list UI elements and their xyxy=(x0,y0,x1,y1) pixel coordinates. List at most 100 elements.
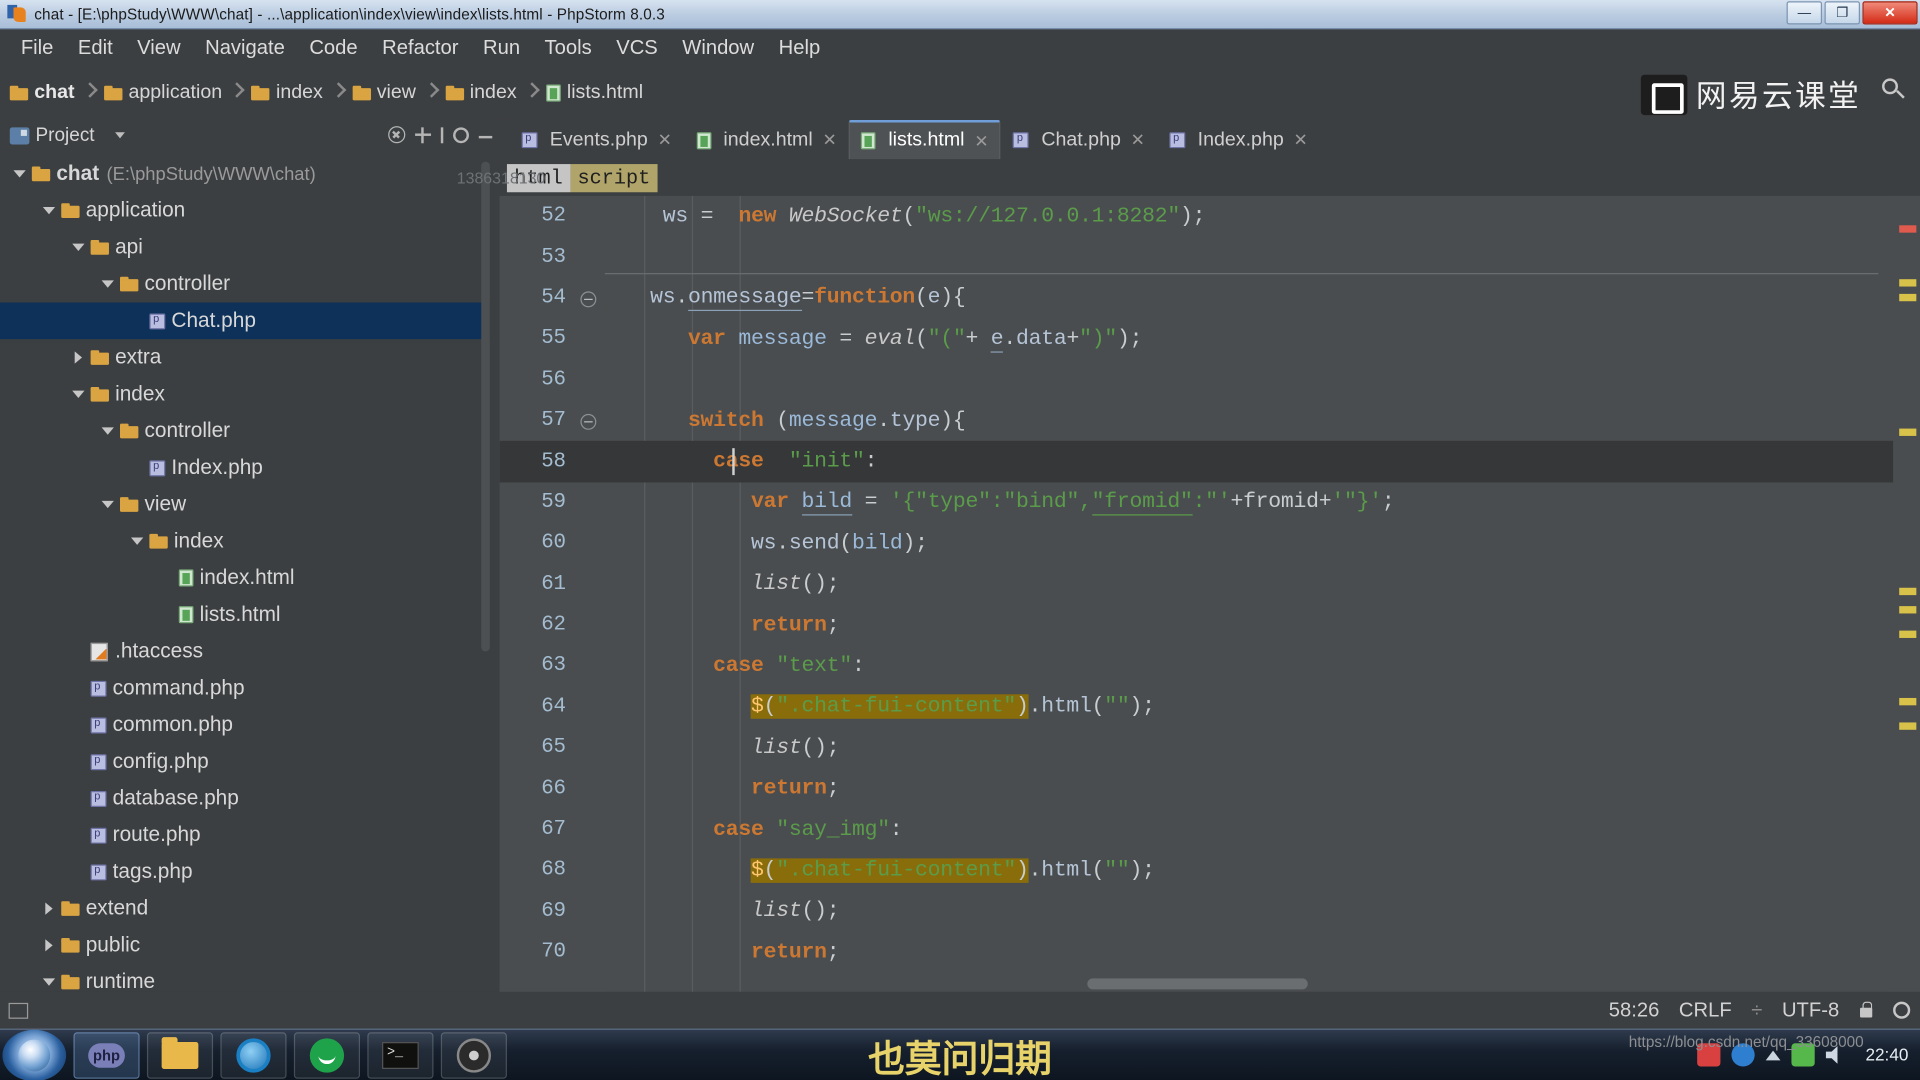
chevron-down-icon[interactable] xyxy=(42,975,57,990)
warning-marker[interactable] xyxy=(1899,697,1917,706)
code-line-63[interactable]: 63 case "text": xyxy=(500,646,1920,687)
close-icon[interactable]: ✕ xyxy=(658,130,672,151)
tree-item-index-html[interactable]: index.html xyxy=(0,560,490,597)
tree-item-lists-html[interactable]: lists.html xyxy=(0,596,490,633)
tree-item-chat[interactable]: chat (E:\phpStudy\WWW\chat) xyxy=(0,156,490,193)
code-line-59[interactable]: 59 var bild = '{"type":"bind","fromid":"… xyxy=(500,482,1920,523)
chevron-down-icon[interactable] xyxy=(100,424,115,439)
chevron-down-icon[interactable] xyxy=(130,534,145,549)
code-line-64[interactable]: 64 $(".chat-fui-content").html(""); xyxy=(500,687,1920,728)
tree-item-extra[interactable]: extra xyxy=(0,339,490,376)
menu-navigate[interactable]: Navigate xyxy=(194,33,296,64)
tree-item-view[interactable]: view xyxy=(0,486,490,523)
breadcrumb-item-application[interactable]: application xyxy=(103,81,222,103)
tree-item-runtime[interactable]: runtime xyxy=(0,964,490,992)
menu-run[interactable]: Run xyxy=(472,33,531,64)
editor-tab-lists-html[interactable]: lists.html ✕ xyxy=(849,120,1001,160)
code-line-53[interactable]: 53 xyxy=(500,237,1920,278)
file-encoding[interactable]: UTF-8 xyxy=(1782,999,1839,1022)
tree-item-tags-php[interactable]: tags.php xyxy=(0,853,490,890)
taskbar-item-phpstorm[interactable]: php xyxy=(73,1031,140,1079)
editor-tab-events-php[interactable]: Events.php ✕ xyxy=(509,120,684,159)
tree-item--htaccess[interactable]: .htaccess xyxy=(0,633,490,670)
code-line-52[interactable]: 52 ws = new WebSocket("ws://127.0.0.1:82… xyxy=(500,196,1920,237)
chevron-right-icon[interactable] xyxy=(42,901,57,916)
caret-position[interactable]: 58:26 xyxy=(1609,999,1660,1022)
taskbar-item-recorder[interactable] xyxy=(440,1031,507,1079)
warning-marker[interactable] xyxy=(1899,606,1917,614)
editor-horizontal-scrollbar[interactable] xyxy=(1087,978,1308,990)
editor-tab-index-html[interactable]: index.html ✕ xyxy=(684,120,849,159)
tree-item-extend[interactable]: extend xyxy=(0,890,490,927)
editor-tab-chat-php[interactable]: Chat.php ✕ xyxy=(1001,120,1157,159)
tree-item-common-php[interactable]: common.php xyxy=(0,707,490,744)
warning-marker[interactable] xyxy=(1899,293,1917,302)
tree-item-route-php[interactable]: route.php xyxy=(0,817,490,854)
breadcrumb-item-index-2[interactable]: index xyxy=(445,81,517,103)
tree-item-chat-php[interactable]: Chat.php xyxy=(0,302,490,340)
target-icon[interactable] xyxy=(415,126,432,143)
taskbar-clock[interactable]: 22:40 xyxy=(1859,1045,1915,1065)
project-tree[interactable]: chat (E:\phpStudy\WWW\chat) application api… xyxy=(0,153,490,992)
close-button[interactable]: ✕ xyxy=(1862,1,1918,25)
code-line-62[interactable]: 62 return; xyxy=(500,605,1920,646)
code-line-54[interactable]: 54 ws.onmessage=function(e){ xyxy=(500,278,1920,319)
code-line-61[interactable]: 61 list(); xyxy=(500,564,1920,605)
menu-view[interactable]: View xyxy=(126,33,191,64)
tree-item-index-php[interactable]: Index.php xyxy=(0,449,490,486)
code-line-65[interactable]: 65 list(); xyxy=(500,727,1920,768)
editor-marker-gutter[interactable] xyxy=(1893,195,1920,992)
taskbar-item-explorer[interactable] xyxy=(146,1031,214,1079)
tree-item-command-php[interactable]: command.php xyxy=(0,670,490,707)
tree-item-index[interactable]: index xyxy=(0,376,490,413)
tree-item-controller[interactable]: controller xyxy=(0,266,490,303)
collapse-all-icon[interactable] xyxy=(388,126,406,144)
chevron-down-icon[interactable] xyxy=(71,240,86,255)
search-icon[interactable] xyxy=(1882,78,1905,101)
chevron-down-icon[interactable] xyxy=(100,497,115,512)
structure-crumb-script[interactable]: script xyxy=(570,163,658,192)
chevron-right-icon[interactable] xyxy=(71,350,86,365)
menu-window[interactable]: Window xyxy=(671,33,765,64)
menu-code[interactable]: Code xyxy=(298,33,368,64)
tree-item-database-php[interactable]: database.php xyxy=(0,780,490,817)
menu-tools[interactable]: Tools xyxy=(534,33,603,64)
tray-expand-icon[interactable] xyxy=(1765,1050,1781,1060)
maximize-button[interactable]: ❐ xyxy=(1824,1,1861,25)
taskbar-item-aliwangwang[interactable] xyxy=(293,1031,361,1079)
chevron-down-icon[interactable] xyxy=(42,203,57,218)
error-marker[interactable] xyxy=(1899,225,1917,233)
breadcrumb-item-chat[interactable]: chat xyxy=(9,81,75,103)
tree-item-config-php[interactable]: config.php xyxy=(0,743,490,780)
hide-icon[interactable] xyxy=(478,135,493,139)
tree-item-application[interactable]: application xyxy=(0,192,490,229)
chevron-down-icon[interactable] xyxy=(12,167,27,182)
code-line-55[interactable]: 55 var message = eval("("+ e.data+")"); xyxy=(500,319,1920,360)
menu-edit[interactable]: Edit xyxy=(67,33,124,64)
menu-refactor[interactable]: Refactor xyxy=(371,33,469,64)
chevron-down-icon[interactable] xyxy=(71,387,86,402)
fold-icon[interactable] xyxy=(580,413,597,430)
chevron-down-icon[interactable] xyxy=(115,132,126,139)
status-toggle-icon[interactable] xyxy=(8,1002,29,1019)
breadcrumb-item-index[interactable]: index xyxy=(251,81,323,103)
close-icon[interactable]: ✕ xyxy=(1131,130,1145,151)
chevron-down-icon[interactable] xyxy=(100,277,115,292)
warning-marker[interactable] xyxy=(1899,630,1917,638)
warning-marker[interactable] xyxy=(1899,279,1917,287)
warning-marker[interactable] xyxy=(1899,587,1917,596)
close-icon[interactable]: ✕ xyxy=(1294,130,1308,151)
warning-marker[interactable] xyxy=(1899,722,1917,730)
tree-item-public[interactable]: public xyxy=(0,927,490,964)
breadcrumb-item-view[interactable]: view xyxy=(352,81,416,103)
project-tree-scrollbar[interactable] xyxy=(481,161,490,652)
menu-vcs[interactable]: VCS xyxy=(605,33,669,64)
code-line-68[interactable]: 68 $(".chat-fui-content").html(""); xyxy=(500,850,1920,891)
lock-icon[interactable] xyxy=(1859,1001,1874,1019)
fold-icon[interactable] xyxy=(580,291,597,308)
start-button[interactable] xyxy=(2,1029,67,1080)
code-line-57[interactable]: 57 switch (message.type){ xyxy=(500,400,1920,441)
warning-marker[interactable] xyxy=(1899,428,1917,436)
line-separator[interactable]: CRLF xyxy=(1679,999,1732,1022)
tree-item-index[interactable]: index xyxy=(0,523,490,560)
